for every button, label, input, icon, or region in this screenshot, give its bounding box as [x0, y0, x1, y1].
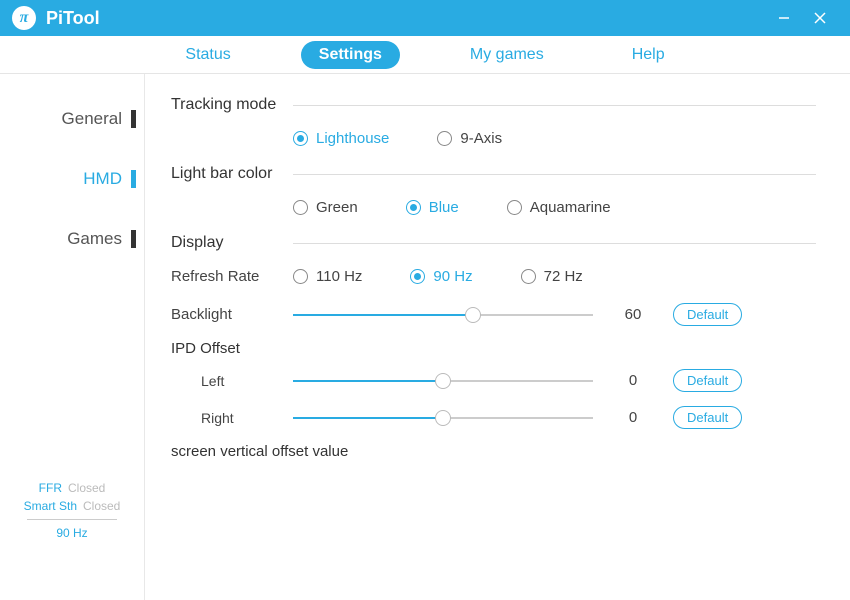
- nav-status[interactable]: Status: [167, 41, 248, 69]
- radio-icon: [293, 200, 308, 215]
- pi-logo-icon: π: [12, 6, 36, 30]
- radio-lighthouse[interactable]: Lighthouse: [293, 130, 389, 147]
- section-title: Light bar color: [171, 165, 293, 183]
- section-divider: [293, 105, 816, 106]
- app-title: PiTool: [46, 8, 766, 29]
- radio-icon: [293, 269, 308, 284]
- ipd-right-slider[interactable]: [293, 408, 593, 428]
- section-display: Display: [171, 234, 816, 252]
- main-nav: Status Settings My games Help: [0, 36, 850, 74]
- refresh-label: Refresh Rate: [171, 268, 293, 285]
- sidebar-status: FFR Closed Smart Sth Closed 90 Hz: [0, 481, 144, 540]
- ipd-right-default-button[interactable]: Default: [673, 406, 742, 429]
- radio-icon: [521, 269, 536, 284]
- sidebar-item-games[interactable]: Games: [0, 216, 144, 262]
- backlight-slider[interactable]: [293, 305, 593, 325]
- status-smartsth: Smart Sth Closed: [0, 499, 144, 513]
- backlight-value: 60: [593, 306, 673, 323]
- radio-72hz[interactable]: 72 Hz: [521, 268, 583, 285]
- radio-9axis[interactable]: 9-Axis: [437, 130, 502, 147]
- status-smartsth-label: Smart Sth: [24, 499, 77, 513]
- status-ffr-label: FFR: [39, 481, 62, 495]
- radio-label: 110 Hz: [316, 268, 362, 285]
- sidebar-marker-icon: [131, 110, 136, 128]
- ipd-left-slider[interactable]: [293, 371, 593, 391]
- tracking-radios: Lighthouse 9-Axis: [171, 130, 816, 147]
- nav-help[interactable]: Help: [614, 41, 683, 69]
- radio-icon: [410, 269, 425, 284]
- radio-label: Aquamarine: [530, 199, 611, 216]
- scroll-area[interactable]: Tracking mode Lighthouse 9-Axis Light ba…: [145, 74, 850, 600]
- section-divider: [293, 243, 816, 244]
- backlight-default-button[interactable]: Default: [673, 303, 742, 326]
- status-hz: 90 Hz: [0, 526, 144, 540]
- status-smartsth-value: Closed: [83, 499, 120, 513]
- radio-icon: [293, 131, 308, 146]
- backlight-label: Backlight: [171, 306, 293, 323]
- radio-icon: [507, 200, 522, 215]
- radio-green[interactable]: Green: [293, 199, 358, 216]
- content: General HMD Games FFR Closed Smart Sth C…: [0, 74, 850, 600]
- titlebar: π PiTool: [0, 0, 850, 36]
- radio-icon: [437, 131, 452, 146]
- section-title: Tracking mode: [171, 96, 293, 114]
- ipd-right-label: Right: [201, 410, 293, 426]
- ipd-right-row: Right 0 Default: [171, 406, 816, 429]
- sidebar-item-general[interactable]: General: [0, 96, 144, 142]
- sidebar-marker-icon: [131, 170, 136, 188]
- vertical-offset-title: screen vertical offset value: [171, 443, 816, 460]
- minimize-button[interactable]: [766, 0, 802, 36]
- nav-settings[interactable]: Settings: [301, 41, 400, 69]
- status-divider: [27, 519, 117, 520]
- radio-label: Green: [316, 199, 358, 216]
- lightbar-radios: Green Blue Aquamarine: [171, 199, 816, 216]
- section-divider: [293, 174, 816, 175]
- backlight-row: Backlight 60 Default: [171, 303, 816, 326]
- ipd-left-label: Left: [201, 373, 293, 389]
- ipd-right-value: 0: [593, 409, 673, 426]
- radio-label: 9-Axis: [460, 130, 502, 147]
- section-lightbar: Light bar color: [171, 165, 816, 183]
- radio-label: Blue: [429, 199, 459, 216]
- ipd-left-row: Left 0 Default: [171, 369, 816, 392]
- radio-blue[interactable]: Blue: [406, 199, 459, 216]
- sidebar: General HMD Games FFR Closed Smart Sth C…: [0, 74, 145, 600]
- radio-aquamarine[interactable]: Aquamarine: [507, 199, 611, 216]
- radio-icon: [406, 200, 421, 215]
- section-tracking: Tracking mode: [171, 96, 816, 114]
- sidebar-item-label: Games: [67, 229, 122, 249]
- radio-label: 72 Hz: [544, 268, 583, 285]
- sidebar-marker-icon: [131, 230, 136, 248]
- section-title: Display: [171, 234, 293, 252]
- ipd-left-default-button[interactable]: Default: [673, 369, 742, 392]
- refresh-row: Refresh Rate 110 Hz 90 Hz 72 Hz: [171, 268, 816, 285]
- radio-label: 90 Hz: [433, 268, 472, 285]
- radio-110hz[interactable]: 110 Hz: [293, 268, 362, 285]
- ipd-offset-title: IPD Offset: [171, 340, 816, 357]
- radio-label: Lighthouse: [316, 130, 389, 147]
- sidebar-item-label: General: [62, 109, 122, 129]
- window: π PiTool Status Settings My games Help G…: [0, 0, 850, 600]
- status-ffr: FFR Closed: [0, 481, 144, 495]
- close-button[interactable]: [802, 0, 838, 36]
- status-ffr-value: Closed: [68, 481, 105, 495]
- sidebar-item-label: HMD: [83, 169, 122, 189]
- nav-mygames[interactable]: My games: [452, 41, 562, 69]
- sidebar-item-hmd[interactable]: HMD: [0, 156, 144, 202]
- radio-90hz[interactable]: 90 Hz: [410, 268, 472, 285]
- ipd-left-value: 0: [593, 372, 673, 389]
